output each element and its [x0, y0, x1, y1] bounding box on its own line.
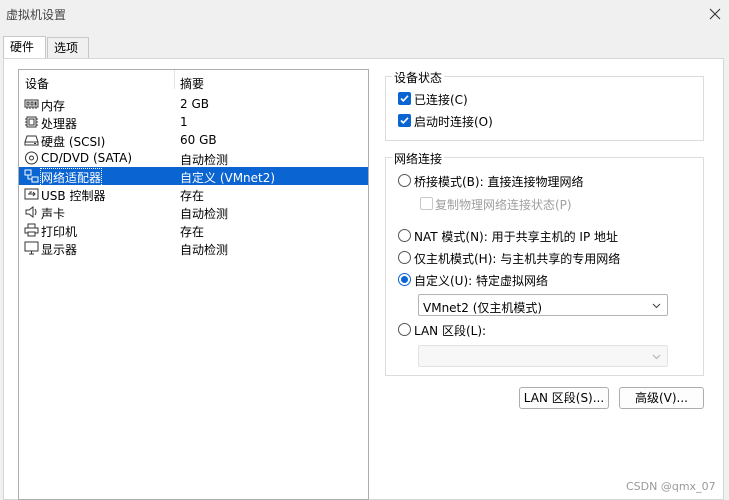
advanced-button[interactable]: 高级(V)...: [619, 387, 704, 409]
connect-at-power-on-label[interactable]: 启动时连接(O): [414, 113, 493, 130]
replicate-state-checkbox[interactable]: [420, 197, 433, 210]
device-row-hard-disk[interactable]: 硬盘 (SCSI) 60 GB: [19, 131, 368, 149]
watermark: CSDN @qmx_07: [626, 480, 716, 493]
lan-segment-label[interactable]: LAN 区段(L):: [414, 322, 486, 339]
chevron-down-icon: [652, 354, 661, 360]
close-button[interactable]: [701, 0, 729, 28]
device-summary: 存在: [180, 189, 205, 203]
device-name: 处理器: [41, 117, 78, 131]
custom-radio[interactable]: [398, 273, 411, 286]
device-name: USB 控制器: [41, 189, 106, 203]
network-connection-title: 网络连接: [392, 150, 445, 167]
device-row-processor[interactable]: 处理器 1: [19, 113, 368, 131]
lan-segments-button[interactable]: LAN 区段(S)...: [519, 387, 609, 409]
device-name: 打印机: [41, 225, 78, 239]
device-list-header: 设备 摘要: [19, 70, 368, 92]
custom-network-select[interactable]: VMnet2 (仅主机模式): [418, 294, 668, 316]
device-name: CD/DVD (SATA): [41, 151, 133, 165]
checkmark-icon: [400, 95, 409, 102]
device-summary: 自定义 (VMnet2): [180, 171, 276, 185]
device-name: 内存: [41, 99, 66, 113]
tab-hardware[interactable]: 硬件: [3, 36, 46, 59]
monitor-icon: [24, 241, 39, 255]
memory-icon: [24, 99, 39, 109]
lan-segment-select[interactable]: [418, 345, 668, 367]
device-name: 网络适配器: [39, 168, 103, 187]
device-status-group: 设备状态: [385, 69, 704, 141]
nat-label[interactable]: NAT 模式(N): 用于共享主机的 IP 地址: [414, 228, 618, 245]
window-title: 虚拟机设置: [6, 8, 67, 22]
custom-network-value: VMnet2 (仅主机模式): [423, 301, 543, 315]
device-row-usb-controller[interactable]: USB 控制器 存在: [19, 185, 368, 203]
connected-label[interactable]: 已连接(C): [414, 91, 468, 108]
close-icon: [709, 8, 721, 20]
column-divider[interactable]: [174, 70, 175, 89]
device-name: 声卡: [41, 207, 66, 221]
nat-radio[interactable]: [398, 229, 411, 242]
device-status-title: 设备状态: [392, 69, 445, 86]
device-name: 显示器: [41, 243, 78, 257]
replicate-state-label: 复制物理网络连接状态(P): [435, 198, 572, 212]
printer-icon: [24, 223, 39, 237]
tab-options[interactable]: 选项: [47, 37, 89, 58]
chevron-down-icon: [652, 303, 661, 309]
device-summary: 自动检测: [180, 243, 229, 257]
device-row-printer[interactable]: 打印机 存在: [19, 221, 368, 239]
device-row-network-adapter[interactable]: 网络适配器 自定义 (VMnet2): [19, 167, 368, 187]
device-summary: 存在: [180, 225, 205, 239]
device-summary: 2 GB: [180, 97, 209, 111]
device-row-display[interactable]: 显示器 自动检测: [19, 239, 368, 257]
device-row-sound-card[interactable]: 声卡 自动检测: [19, 203, 368, 221]
speaker-icon: [25, 206, 37, 218]
connect-at-power-on-checkbox[interactable]: [398, 114, 411, 127]
device-row-cd-dvd[interactable]: CD/DVD (SATA) 自动检测: [19, 149, 368, 167]
device-row-memory[interactable]: 内存 2 GB: [19, 95, 368, 113]
connected-checkbox[interactable]: [398, 92, 411, 105]
device-list[interactable]: 设备 摘要 内存 2 GB 处理器 1 硬盘 (SCSI) 60 GB CD/D…: [18, 69, 369, 500]
device-summary: 60 GB: [180, 133, 217, 147]
host-only-radio[interactable]: [398, 251, 411, 264]
host-only-label[interactable]: 仅主机模式(H): 与主机共享的专用网络: [414, 250, 620, 267]
title-bar: 虚拟机设置: [0, 0, 729, 28]
column-summary[interactable]: 摘要: [180, 75, 204, 92]
device-summary: 自动检测: [180, 153, 229, 167]
column-device[interactable]: 设备: [25, 75, 49, 92]
lan-segment-radio[interactable]: [398, 323, 411, 336]
hard-disk-icon: [24, 135, 39, 146]
device-summary: 1: [180, 115, 188, 129]
device-name: 硬盘 (SCSI): [41, 135, 106, 149]
usb-icon: [24, 188, 39, 200]
custom-label[interactable]: 自定义(U): 特定虚拟网络: [414, 272, 548, 289]
cd-dvd-icon: [25, 151, 38, 165]
cpu-icon: [25, 116, 38, 128]
device-summary: 自动检测: [180, 207, 229, 221]
bridged-label[interactable]: 桥接模式(B): 直接连接物理网络: [414, 173, 583, 190]
bridged-radio[interactable]: [398, 174, 411, 187]
checkmark-icon: [400, 117, 409, 124]
network-adapter-icon: [24, 169, 39, 183]
